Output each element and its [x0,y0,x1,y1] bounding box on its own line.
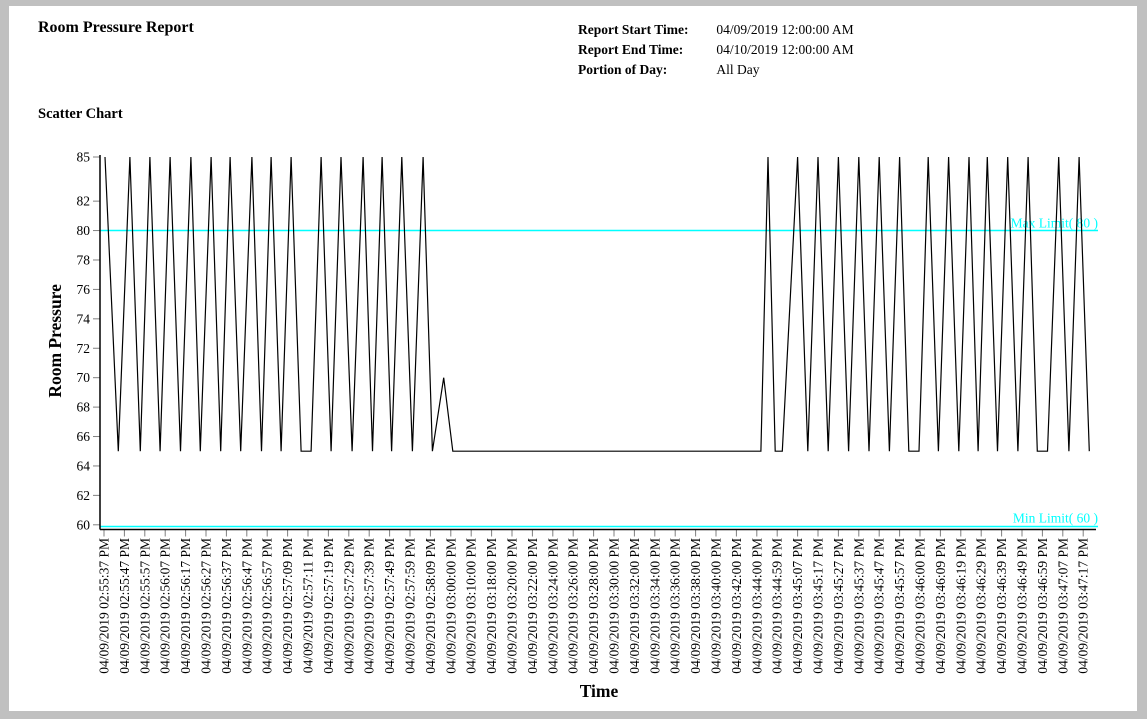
y-tick-label: 80 [77,223,91,238]
x-tick-label: 04/09/2019 03:46:39 PM [994,538,1009,674]
x-tick-label: 04/09/2019 02:56:27 PM [199,538,214,674]
x-tick-label: 04/09/2019 03:20:00 PM [505,538,520,674]
x-tick-label: 04/09/2019 03:46:49 PM [1015,538,1030,674]
x-tick-label: 04/09/2019 03:40:00 PM [709,538,724,674]
x-tick-label: 04/09/2019 03:28:00 PM [586,538,601,674]
x-tick-label: 04/09/2019 02:57:39 PM [362,538,377,674]
x-tick-label: 04/09/2019 02:55:57 PM [137,538,152,674]
y-tick-label: 68 [77,400,91,415]
y-tick-label: 72 [77,341,91,356]
y-tick-label: 76 [77,282,91,297]
x-tick-label: 04/09/2019 03:10:00 PM [464,538,479,674]
x-tick-label: 04/09/2019 03:38:00 PM [688,538,703,674]
x-tick-label: 04/09/2019 03:45:57 PM [892,538,907,674]
x-tick-label: 04/09/2019 02:55:37 PM [97,538,112,674]
x-tick-label: 04/09/2019 03:46:29 PM [974,538,989,674]
x-tick-label: 04/09/2019 02:57:59 PM [403,538,418,674]
y-tick-label: 85 [77,150,91,165]
x-tick-label: 04/09/2019 03:44:59 PM [770,538,785,674]
x-tick-label: 04/09/2019 02:55:47 PM [117,538,132,674]
report-page: Room Pressure Report Report Start Time: … [9,6,1137,711]
x-tick-label: 04/09/2019 03:47:17 PM [1076,538,1091,674]
x-tick-label: 04/09/2019 03:42:00 PM [729,538,744,674]
x-tick-label: 04/09/2019 03:45:37 PM [851,538,866,674]
x-tick-label: 04/09/2019 02:57:19 PM [321,538,336,674]
x-tick-label: 04/09/2019 03:22:00 PM [525,538,540,674]
x-tick-label: 04/09/2019 03:30:00 PM [607,538,622,674]
pressure-series-line [105,157,1089,451]
x-tick-label: 04/09/2019 02:56:07 PM [158,538,173,674]
y-tick-label: 66 [77,429,91,444]
y-tick-label: 70 [77,370,91,385]
x-tick-label: 04/09/2019 03:32:00 PM [627,538,642,674]
x-tick-label: 04/09/2019 02:56:17 PM [178,538,193,674]
x-tick-label: 04/09/2019 03:36:00 PM [668,538,683,674]
x-tick-label: 04/09/2019 02:57:49 PM [382,538,397,674]
x-tick-label: 04/09/2019 03:45:17 PM [811,538,826,674]
y-tick-label: 82 [77,194,91,209]
x-tick-label: 04/09/2019 03:47:07 PM [1055,538,1070,674]
x-tick-label: 04/09/2019 02:57:09 PM [280,538,295,674]
x-tick-label: 04/09/2019 03:45:47 PM [872,538,887,674]
x-tick-label: 04/09/2019 03:45:07 PM [790,538,805,674]
min-limit-label: Min Limit( 60 ) [1013,511,1098,526]
max-limit-label: Max Limit( 80 ) [1011,216,1098,231]
x-tick-label: 04/09/2019 03:46:09 PM [933,538,948,674]
x-tick-label: 04/09/2019 03:46:00 PM [913,538,928,674]
x-tick-label: 04/09/2019 02:57:29 PM [341,538,356,674]
scatter-chart: 60 62 64 66 68 70 72 74 76 78 80 82 85 04/09/2019 02:… [9,6,1137,711]
x-tick-label: 04/09/2019 02:56:47 PM [239,538,254,674]
x-tick-label: 04/09/2019 03:45:27 PM [831,538,846,674]
x-tick-label: 04/09/2019 02:57:11 PM [301,538,316,673]
x-tick-label: 04/09/2019 03:26:00 PM [566,538,581,674]
x-tick-label: 04/09/2019 03:34:00 PM [647,538,662,674]
y-axis-title: Room Pressure [45,284,65,398]
x-tick-label: 04/09/2019 03:46:19 PM [953,538,968,674]
x-tick-label: 04/09/2019 03:00:00 PM [443,538,458,674]
x-axis-title: Time [580,681,619,701]
report-window: Room Pressure Report Report Start Time: … [0,0,1147,719]
y-tick-label: 74 [77,311,91,326]
y-tick-label: 62 [77,488,91,503]
x-tick-label: 04/09/2019 02:56:37 PM [219,538,234,674]
x-tick-label: 04/09/2019 03:24:00 PM [545,538,560,674]
y-tick-label: 60 [77,517,91,532]
x-tick-label: 04/09/2019 03:46:59 PM [1035,538,1050,674]
x-tick-label: 04/09/2019 02:56:57 PM [260,538,275,674]
x-tick-label: 04/09/2019 03:44:00 PM [749,538,764,674]
y-tick-label: 78 [77,252,91,267]
x-tick-label: 04/09/2019 03:18:00 PM [484,538,499,674]
x-tick-label: 04/09/2019 02:58:09 PM [423,538,438,674]
y-tick-label: 64 [77,458,91,473]
